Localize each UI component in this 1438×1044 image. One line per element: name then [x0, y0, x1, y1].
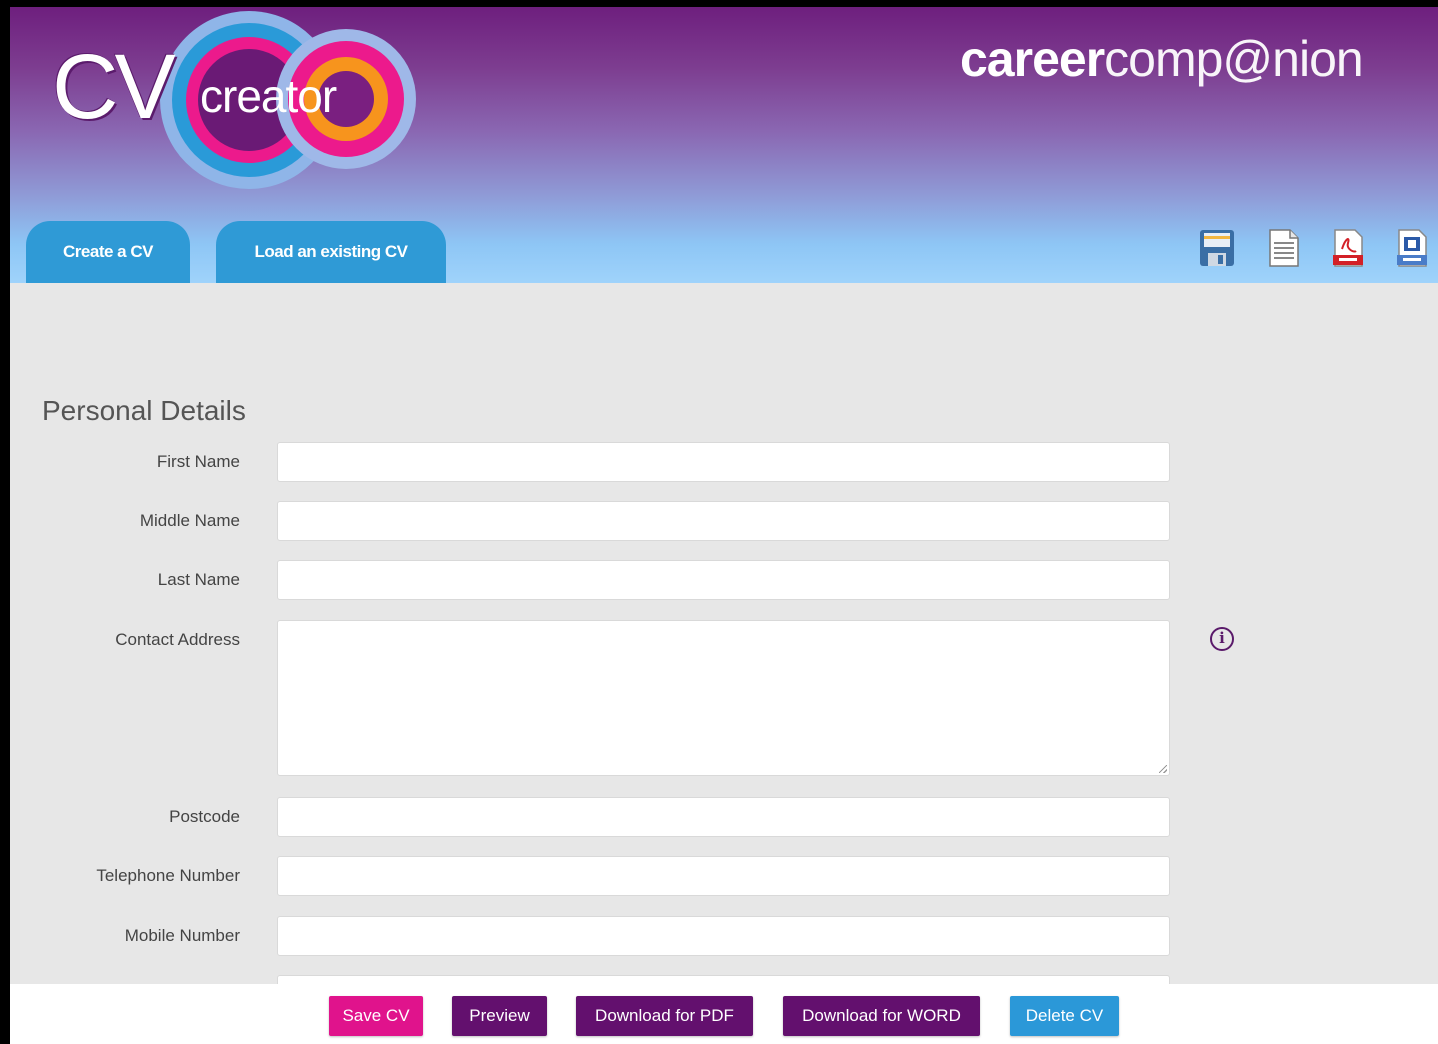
word-doc-icon[interactable] [1394, 229, 1430, 267]
info-icon[interactable]: i [1210, 627, 1234, 651]
pdf-icon[interactable] [1330, 229, 1366, 267]
contact-address-textarea[interactable] [277, 620, 1170, 776]
label-postcode: Postcode [169, 807, 240, 826]
tab-load-existing-cv[interactable]: Load an existing CV [216, 221, 446, 283]
label-telephone-number: Telephone Number [96, 866, 240, 885]
mobile-number-input[interactable] [277, 916, 1170, 956]
section-title-personal-details: Personal Details [42, 395, 246, 426]
document-icon[interactable] [1266, 229, 1302, 267]
footer-action-bar: Save CV Preview Download for PDF Downloa… [10, 984, 1438, 1044]
logo-creator-text: creator [200, 70, 337, 122]
logo-cv-text: CV [52, 36, 176, 138]
cv-creator-logo[interactable]: CV creator [42, 11, 422, 189]
label-middle-name: Middle Name [139, 511, 240, 530]
header: CV creator careercomp@nion Create a CV L… [10, 7, 1438, 283]
tab-create-cv[interactable]: Create a CV [26, 221, 190, 283]
telephone-number-input[interactable] [277, 856, 1170, 896]
label-first-name: First Name [156, 452, 240, 471]
career-companion-brand: careercomp@nion [960, 29, 1364, 89]
app-frame: CV creator careercomp@nion Create a CV L… [10, 7, 1438, 1044]
brand-career-text: career [960, 31, 1105, 87]
last-name-input[interactable] [277, 560, 1170, 600]
middle-name-input[interactable] [277, 501, 1170, 541]
delete-cv-button[interactable]: Delete CV [1010, 996, 1119, 1036]
save-cv-button[interactable]: Save CV [329, 996, 423, 1036]
download-pdf-button[interactable]: Download for PDF [576, 996, 753, 1036]
label-mobile-number: Mobile Number [124, 926, 240, 945]
postcode-input[interactable] [277, 797, 1170, 837]
brand-companion-text: comp@nion [1104, 31, 1364, 87]
resize-grip-icon[interactable] [1159, 765, 1167, 773]
download-word-button[interactable]: Download for WORD [783, 996, 980, 1036]
label-contact-address: Contact Address [115, 630, 240, 649]
preview-button[interactable]: Preview [452, 996, 547, 1036]
save-icon[interactable] [1199, 229, 1235, 267]
label-last-name: Last Name [157, 570, 240, 589]
first-name-input[interactable] [277, 442, 1170, 482]
